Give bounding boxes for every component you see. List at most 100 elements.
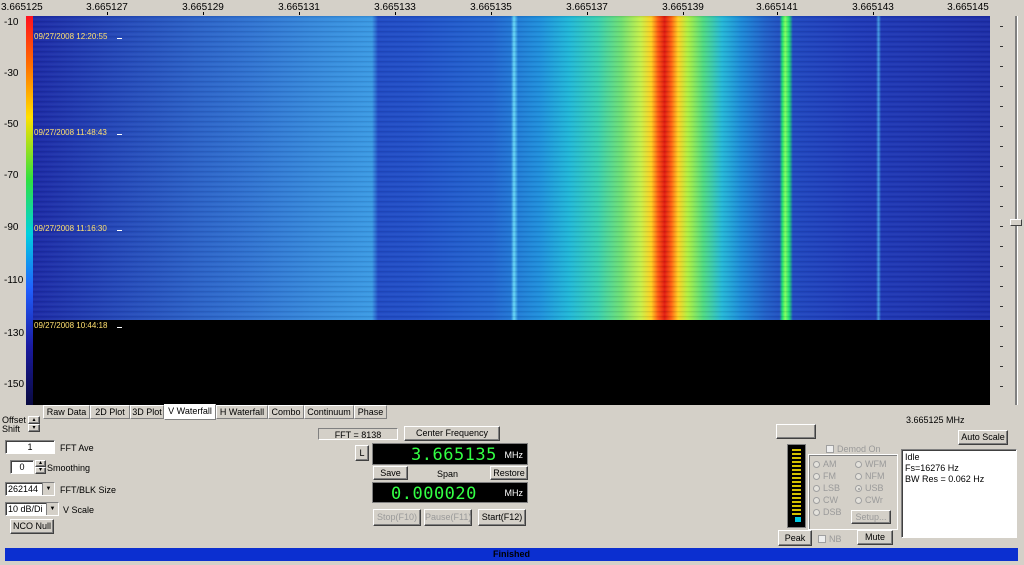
nco-null-button[interactable]: NCO Null <box>10 519 54 534</box>
timestamp-label: 09/27/2008 11:16:30 <box>34 224 107 233</box>
offset-shift-spin-down[interactable]: ▾ <box>28 424 40 432</box>
center-frequency-value: 3.665135 <box>411 445 497 465</box>
stop-button[interactable]: Stop(F10) <box>373 509 421 526</box>
radio-icon <box>813 461 820 468</box>
span-label: Span <box>437 469 459 479</box>
v-scale-select[interactable]: 10 dB/Di ▼ <box>5 502 59 516</box>
status-textbox: Idle Fs=16276 Hz BW Res = 0.062 Hz <box>901 449 1017 538</box>
y-axis: -10 -30 -50 -70 -90 -110 -130 -150 <box>0 14 26 406</box>
tab-phase[interactable]: Phase <box>354 405 387 419</box>
fft-blk-size-label: FFT/BLK Size <box>60 485 117 495</box>
mode-radio-fm[interactable]: FM <box>813 471 836 481</box>
center-frequency-button[interactable]: Center Frequency <box>404 426 500 441</box>
tab-h-waterfall[interactable]: H Waterfall <box>216 405 268 419</box>
tab-3d-plot[interactable]: 3D Plot <box>130 405 164 419</box>
fft-ave-label: FFT Ave <box>60 443 94 453</box>
restore-button[interactable]: Restore <box>490 466 528 480</box>
start-button[interactable]: Start(F12) <box>478 509 526 526</box>
v-scale-label: V Scale <box>63 505 95 515</box>
v-scale-value: 10 dB/Di <box>8 504 43 514</box>
span-display: 0.000020 MHz <box>372 482 528 504</box>
pause-button[interactable]: Pause(F11) <box>424 509 472 526</box>
status-line: Fs=16276 Hz <box>905 463 959 473</box>
save-button[interactable]: Save <box>373 466 408 480</box>
mode-radio-lsb[interactable]: LSB <box>813 483 840 493</box>
right-scale <box>992 16 1014 405</box>
x-tick: 3.665125 <box>1 2 43 13</box>
x-tick: 3.665145 <box>947 2 989 13</box>
radio-selected-icon <box>855 485 862 492</box>
offset-shift-spin-up[interactable]: ▴ <box>28 416 40 424</box>
fft-readout: FFT = 8138 <box>318 428 398 440</box>
tab-raw-data[interactable]: Raw Data <box>43 405 90 419</box>
mode-groupbox: AM FM LSB CW DSB WFM NFM USB CWr Setup..… <box>808 454 898 530</box>
center-frequency-display: 3.665135 MHz <box>372 443 528 465</box>
span-unit: MHz <box>504 488 524 498</box>
y-tick: -50 <box>4 119 19 130</box>
shift-label: Shift <box>2 424 21 434</box>
status-bar: Finished <box>5 548 1018 561</box>
smoothing-spin-down[interactable]: ▾ <box>35 467 46 474</box>
y-tick: -30 <box>4 68 19 79</box>
signal-meter <box>787 444 806 528</box>
smoothing-input[interactable]: 0 <box>10 460 34 474</box>
peak-button[interactable]: Peak <box>778 530 812 546</box>
fft-blk-size-value: 262144 <box>8 484 39 494</box>
tab-v-waterfall[interactable]: V Waterfall <box>164 404 216 420</box>
span-value: 0.000020 <box>391 484 477 504</box>
y-tick: -70 <box>4 170 19 181</box>
radio-icon <box>813 485 820 492</box>
smoothing-label: Smoothing <box>47 463 91 473</box>
signal-meter-fill <box>795 517 801 522</box>
mute-button[interactable]: Mute <box>857 530 893 545</box>
timestamp-label: 09/27/2008 11:48:43 <box>34 128 107 137</box>
status-bar-text: Finished <box>492 549 530 559</box>
status-line: Idle <box>905 452 920 462</box>
mode-radio-dsb[interactable]: DSB <box>813 507 842 517</box>
fft-ave-input[interactable]: 1 <box>5 440 55 454</box>
mode-radio-usb[interactable]: USB <box>855 483 884 493</box>
fft-blk-size-select[interactable]: 262144 ▼ <box>5 482 55 496</box>
timestamp-label: 09/27/2008 10:44:18 <box>34 321 108 330</box>
mode-radio-wfm[interactable]: WFM <box>855 459 887 469</box>
level-slider-thumb[interactable] <box>1010 219 1022 226</box>
smoothing-spin-up[interactable]: ▴ <box>35 460 46 467</box>
y-tick: -90 <box>4 222 19 233</box>
timestamp-label: 09/27/2008 12:20:55 <box>34 32 108 41</box>
mode-radio-cwr[interactable]: CWr <box>855 495 883 505</box>
y-tick: -110 <box>4 275 24 286</box>
y-tick: -130 <box>4 328 25 339</box>
color-scale-bar <box>26 16 33 405</box>
center-frequency-unit: MHz <box>504 450 524 460</box>
setup-button[interactable]: Setup... <box>851 510 891 524</box>
x-axis: 3.665125 3.665127 3.665129 3.665131 3.66… <box>0 0 1024 16</box>
radio-icon <box>855 461 862 468</box>
status-line: BW Res = 0.062 Hz <box>905 474 985 484</box>
radio-icon <box>813 497 820 504</box>
radio-icon <box>855 497 862 504</box>
mode-radio-cw[interactable]: CW <box>813 495 838 505</box>
y-tick: -10 <box>4 17 19 28</box>
y-tick: -150 <box>4 379 25 390</box>
nb-checkbox[interactable]: NB <box>818 534 842 544</box>
blank-button[interactable] <box>776 424 816 439</box>
l-button[interactable]: L <box>355 445 369 461</box>
tab-combo[interactable]: Combo <box>268 405 304 419</box>
radio-icon <box>855 473 862 480</box>
waterfall-display[interactable]: 09/27/2008 12:20:55 09/27/2008 11:48:43 … <box>33 16 990 405</box>
mode-radio-nfm[interactable]: NFM <box>855 471 885 481</box>
frequency-readout: 3.665125 MHz <box>906 415 965 425</box>
auto-scale-button[interactable]: Auto Scale <box>958 430 1008 445</box>
checkbox-icon <box>818 535 826 543</box>
tab-continuum[interactable]: Continuum <box>304 405 354 419</box>
tab-2d-plot[interactable]: 2D Plot <box>90 405 130 419</box>
radio-icon <box>813 473 820 480</box>
level-slider-track[interactable] <box>1015 16 1018 405</box>
waterfall-spectrogram <box>33 16 990 320</box>
chevron-down-icon[interactable]: ▼ <box>46 503 58 515</box>
chevron-down-icon[interactable]: ▼ <box>42 483 54 495</box>
mode-radio-am[interactable]: AM <box>813 459 837 469</box>
radio-icon <box>813 509 820 516</box>
checkbox-icon <box>826 445 834 453</box>
demod-on-checkbox[interactable]: Demod On <box>826 444 881 454</box>
